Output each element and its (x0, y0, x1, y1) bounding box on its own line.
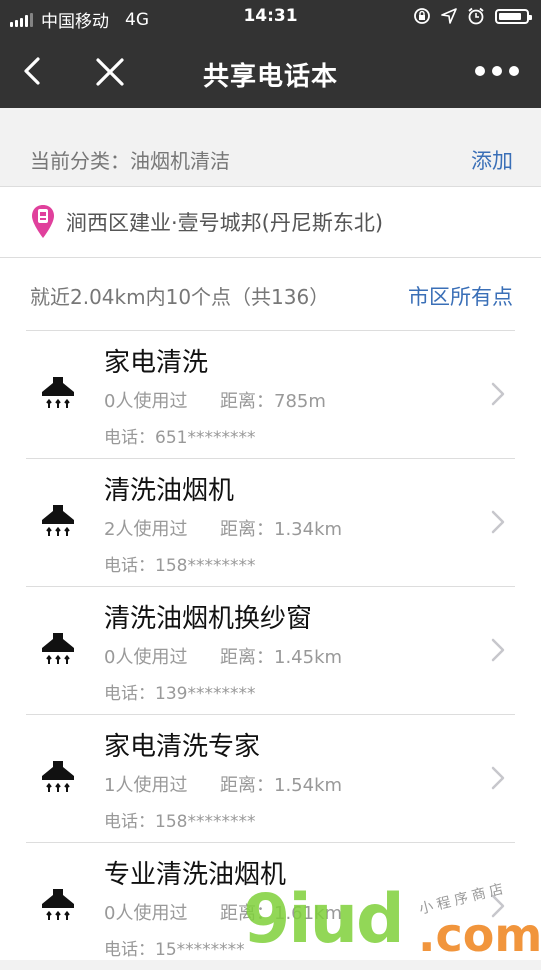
divider (26, 458, 515, 459)
category-bar: 当前分类：油烟机清洁 添加 (0, 130, 541, 187)
alarm-icon (468, 7, 484, 25)
usage-count: 2人使用过 (104, 519, 188, 540)
rotation-lock-icon (414, 8, 430, 24)
location-pin-icon (32, 205, 54, 238)
list-item[interactable]: 家电清洗专家 1人使用过 距离：1.54km 电话：158******** (0, 714, 541, 842)
usage-count: 1人使用过 (104, 775, 188, 796)
chevron-right-icon (491, 510, 505, 534)
all-city-points-link[interactable]: 市区所有点 (408, 281, 513, 311)
chevron-right-icon (491, 638, 505, 662)
list-item[interactable]: 清洗油烟机换纱窗 0人使用过 距离：1.45km 电话：139******** (0, 586, 541, 714)
chevron-right-icon (491, 766, 505, 790)
list-item[interactable]: 清洗油烟机 2人使用过 距离：1.34km 电话：158******** (0, 458, 541, 586)
location-arrow-icon (441, 8, 457, 24)
page-title: 共享电话本 (202, 62, 338, 92)
range-hood-icon (42, 889, 74, 920)
phone-number: 电话：15******** (104, 940, 245, 960)
phone-number: 电话：651******** (104, 428, 256, 448)
divider (26, 330, 515, 331)
location-row[interactable]: 涧西区建业·壹号城邦(丹尼斯东北) (0, 187, 541, 258)
divider (26, 842, 515, 843)
watermark-logo: 9iud (243, 880, 405, 959)
distance: 距离：785m (220, 391, 326, 412)
location-text: 涧西区建业·壹号城邦(丹尼斯东北) (66, 211, 384, 235)
distance: 距离：1.34km (220, 519, 343, 540)
service-name: 清洗油烟机 (104, 476, 235, 506)
phone-number: 电话：139******** (104, 684, 256, 704)
distance: 距离：1.45km (220, 647, 343, 668)
battery-icon (495, 8, 532, 24)
chevron-right-icon (491, 382, 505, 406)
list-item[interactable]: 家电清洗 0人使用过 距离：785m 电话：651******** (0, 330, 541, 458)
nearby-summary: 就近2.04km内10个点（共136） (30, 285, 330, 309)
more-button[interactable] (475, 66, 519, 76)
summary-row: 就近2.04km内10个点（共136） 市区所有点 (0, 258, 541, 330)
distance: 距离：1.54km (220, 775, 343, 796)
range-hood-icon (42, 377, 74, 408)
phone-number: 电话：158******** (104, 812, 256, 832)
nav-bar: 共享电话本 (0, 36, 541, 108)
add-link[interactable]: 添加 (471, 145, 513, 175)
service-name: 家电清洗 (104, 348, 209, 378)
status-bar: 中国移动 4G 14:31 (0, 0, 541, 36)
usage-count: 0人使用过 (104, 903, 188, 924)
service-name: 家电清洗专家 (104, 732, 261, 762)
current-category-label: 当前分类：油烟机清洁 (30, 149, 230, 173)
service-name: 清洗油烟机换纱窗 (104, 604, 313, 634)
phone-number: 电话：158******** (104, 556, 256, 576)
divider (26, 586, 515, 587)
usage-count: 0人使用过 (104, 647, 188, 668)
watermark-domain: .com (418, 908, 541, 962)
service-list: 家电清洗 0人使用过 距离：785m 电话：651******** 清洗油烟机 … (0, 330, 541, 960)
usage-count: 0人使用过 (104, 391, 188, 412)
range-hood-icon (42, 633, 74, 664)
range-hood-icon (42, 505, 74, 536)
range-hood-icon (42, 761, 74, 792)
divider (26, 714, 515, 715)
